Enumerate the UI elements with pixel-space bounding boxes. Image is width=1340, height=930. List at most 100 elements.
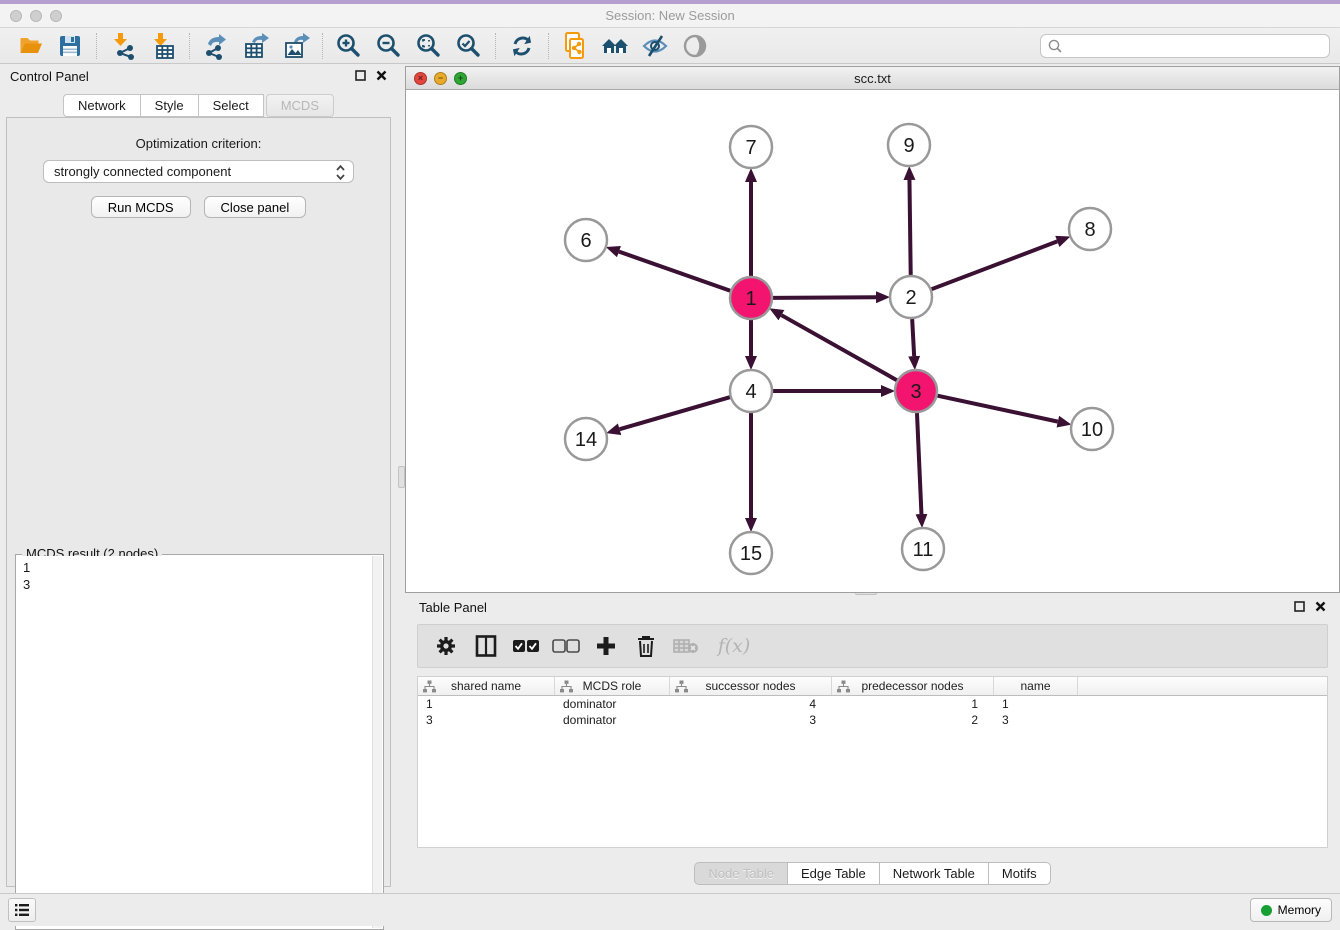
table-cell[interactable]: 1 [832,697,994,711]
column-header-label: MCDS role [583,679,642,693]
tab-network[interactable]: Network [63,94,140,117]
mcds-panel-body: Optimization criterion: strongly connect… [6,117,391,887]
criterion-dropdown[interactable]: strongly connected component [43,160,354,183]
column-header-MCDS-role[interactable]: MCDS role [555,677,670,695]
tab-style[interactable]: Style [140,94,198,117]
control-panel-title: Control Panel [10,69,89,84]
hierarchy-icon [675,680,688,696]
memory-button[interactable]: Memory [1250,898,1332,922]
window-title: Session: New Session [0,8,1340,23]
toolbar-separator [189,33,190,59]
export-image-icon[interactable] [276,31,316,61]
table-row[interactable]: 3dominator323 [418,712,1327,728]
column-header-shared-name[interactable]: shared name [418,677,555,695]
hide-selected-icon[interactable] [635,31,675,61]
gear-icon[interactable] [428,629,464,663]
column-header-name[interactable]: name [994,677,1078,695]
zoom-out-icon[interactable] [369,31,409,61]
zoom-fit-icon[interactable] [409,31,449,61]
column-header-label: name [1020,679,1050,693]
graph-node-label-7: 7 [745,137,756,159]
save-session-icon[interactable] [50,31,90,61]
show-all-icon[interactable] [675,31,715,61]
close-panel-button[interactable]: Close panel [204,196,307,218]
import-network-icon[interactable] [103,31,143,61]
run-mcds-button[interactable]: Run MCDS [91,196,191,218]
graph-edge-3-1[interactable] [781,315,896,380]
import-table-icon[interactable] [143,31,183,61]
node-table-body: 1dominator4113dominator323 [418,696,1327,728]
table-panel-title: Table Panel [419,600,487,615]
graph-node-label-1: 1 [745,288,756,310]
clone-network-icon[interactable] [555,31,595,61]
table-cell[interactable]: 3 [670,713,832,727]
toolbar-separator [548,33,549,59]
first-neighbors-icon[interactable] [595,31,635,61]
table-cell[interactable]: 1 [418,697,555,711]
table-cell[interactable]: dominator [555,713,670,727]
table-toolbar: f(x) [417,624,1328,668]
node-table-header: shared name MCDS role successor nodes prede… [418,677,1327,696]
tab-motifs[interactable]: Motifs [988,862,1051,885]
graph-edge-1-6[interactable] [619,252,730,291]
table-row[interactable]: 1dominator411 [418,696,1327,712]
zoom-in-icon[interactable] [329,31,369,61]
graph-node-label-8: 8 [1084,219,1095,241]
tab-mcds[interactable]: MCDS [266,94,334,117]
table-cell[interactable]: 3 [994,713,1078,727]
column-header-label: successor nodes [705,679,795,693]
result-scrollbar[interactable] [372,556,382,928]
graph-edge-3-11[interactable] [917,413,921,514]
graph-node-label-15: 15 [740,543,762,565]
graph-node-label-11: 11 [913,539,934,561]
deselect-all-icon[interactable] [548,629,584,663]
table-cell[interactable]: 3 [418,713,555,727]
table-cell[interactable]: 1 [994,697,1078,711]
graph-edge-2-8[interactable] [932,241,1058,289]
application-window: Session: New Session [0,0,1340,926]
window-titlebar: Session: New Session [0,0,1340,28]
table-panel: Table Panel [405,595,1340,888]
refresh-layout-icon[interactable] [502,31,542,61]
toolbar-separator [96,33,97,59]
vertical-splitter-grip[interactable] [398,466,405,488]
table-cell[interactable]: dominator [555,697,670,711]
graph-edge-3-10[interactable] [938,396,1058,422]
graph-node-label-10: 10 [1081,419,1103,441]
graph-edge-4-14[interactable] [620,397,730,429]
tab-network-table[interactable]: Network Table [879,862,988,885]
delete-column-icon[interactable] [628,629,664,663]
main-toolbar [0,28,1340,64]
tab-edge-table[interactable]: Edge Table [787,862,879,885]
graph-node-label-9: 9 [903,135,914,157]
float-panel-icon[interactable] [355,69,366,84]
export-table-icon[interactable] [236,31,276,61]
network-view-titlebar: × − + scc.txt [406,67,1339,90]
tab-select[interactable]: Select [198,94,264,117]
zoom-selected-icon[interactable] [449,31,489,61]
close-table-panel-icon[interactable] [1315,600,1326,615]
open-file-icon[interactable] [10,31,50,61]
column-header-predecessor-nodes[interactable]: predecessor nodes [832,677,994,695]
export-network-icon[interactable] [196,31,236,61]
function-builder-icon[interactable]: f(x) [708,629,760,663]
search-input[interactable] [1040,34,1330,58]
graph-edge-1-2[interactable] [773,297,876,298]
float-table-panel-icon[interactable] [1294,600,1305,615]
columns-icon[interactable] [468,629,504,663]
table-panel-header: Table Panel [405,595,1340,619]
select-all-icon[interactable] [508,629,544,663]
table-cell[interactable]: 4 [670,697,832,711]
dropdown-stepper-icon [335,164,346,184]
graph-edge-2-3[interactable] [912,319,914,356]
status-list-icon[interactable] [8,898,36,922]
table-cell[interactable]: 2 [832,713,994,727]
network-canvas[interactable]: 7968124314101511 [406,90,1339,592]
tab-node-table[interactable]: Node Table [694,862,787,885]
delete-table-icon[interactable] [668,629,704,663]
mcds-result-text[interactable]: 1 3 [17,556,372,928]
close-panel-icon[interactable] [376,69,387,84]
add-column-icon[interactable] [588,629,624,663]
graph-edge-2-9[interactable] [909,180,910,275]
column-header-successor-nodes[interactable]: successor nodes [670,677,832,695]
